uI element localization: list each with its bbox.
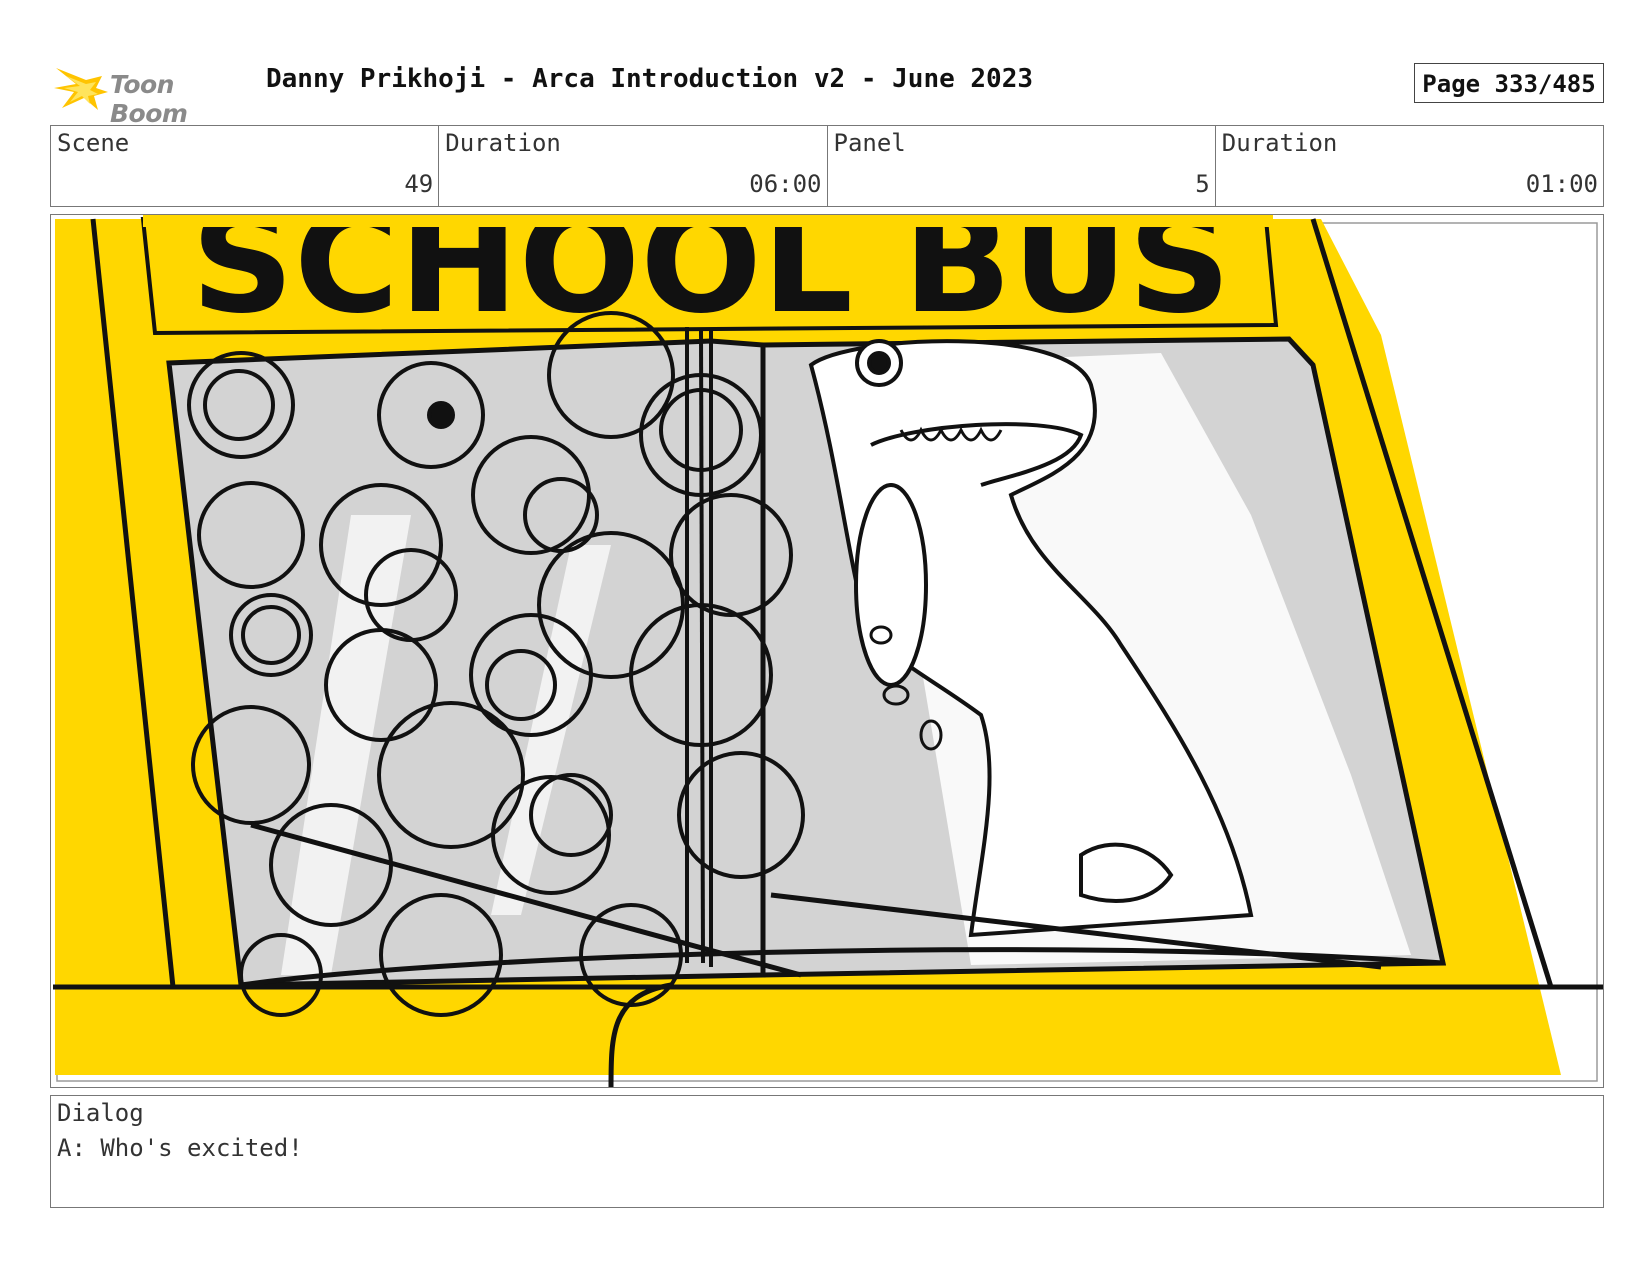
scene-duration-value: 06:00 (749, 170, 822, 198)
panel-value: 5 (1195, 170, 1210, 198)
bus-sign-text: SCHOOL BUS (191, 215, 1231, 345)
logo-text: Toon Boom (110, 70, 188, 128)
toon-boom-logo: Toon Boom (52, 58, 252, 128)
panel-duration-label: Duration (1221, 129, 1338, 157)
scene-label: Scene (57, 129, 130, 157)
panel-info-table: Scene 49 Duration 06:00 Panel 5 Duration… (50, 125, 1604, 207)
scene-duration-cell: Duration 06:00 (439, 126, 828, 206)
panel-label: Panel (833, 129, 906, 157)
page-number: Page 333/485 (1414, 63, 1604, 103)
document-title: Danny Prikhoji - Arca Introduction v2 - … (266, 64, 1034, 94)
scene-cell: Scene 49 (51, 126, 440, 206)
dialog-box: Dialog A: Who's excited! (50, 1095, 1604, 1208)
scene-duration-label: Duration (445, 129, 561, 157)
storyboard-panel: SCHOOL BUS (50, 214, 1604, 1088)
panel-duration-cell: Duration 01:00 (1216, 126, 1603, 206)
toon-boom-burst-icon (54, 68, 108, 110)
school-bus-sketch: SCHOOL BUS (53, 215, 1603, 1087)
dialog-text: A: Who's excited! (57, 1134, 303, 1162)
left-window (166, 338, 766, 988)
scene-value: 49 (404, 170, 434, 198)
dialog-label: Dialog (57, 1099, 144, 1127)
panel-duration-value: 01:00 (1525, 170, 1598, 198)
panel-cell: Panel 5 (828, 126, 1216, 206)
